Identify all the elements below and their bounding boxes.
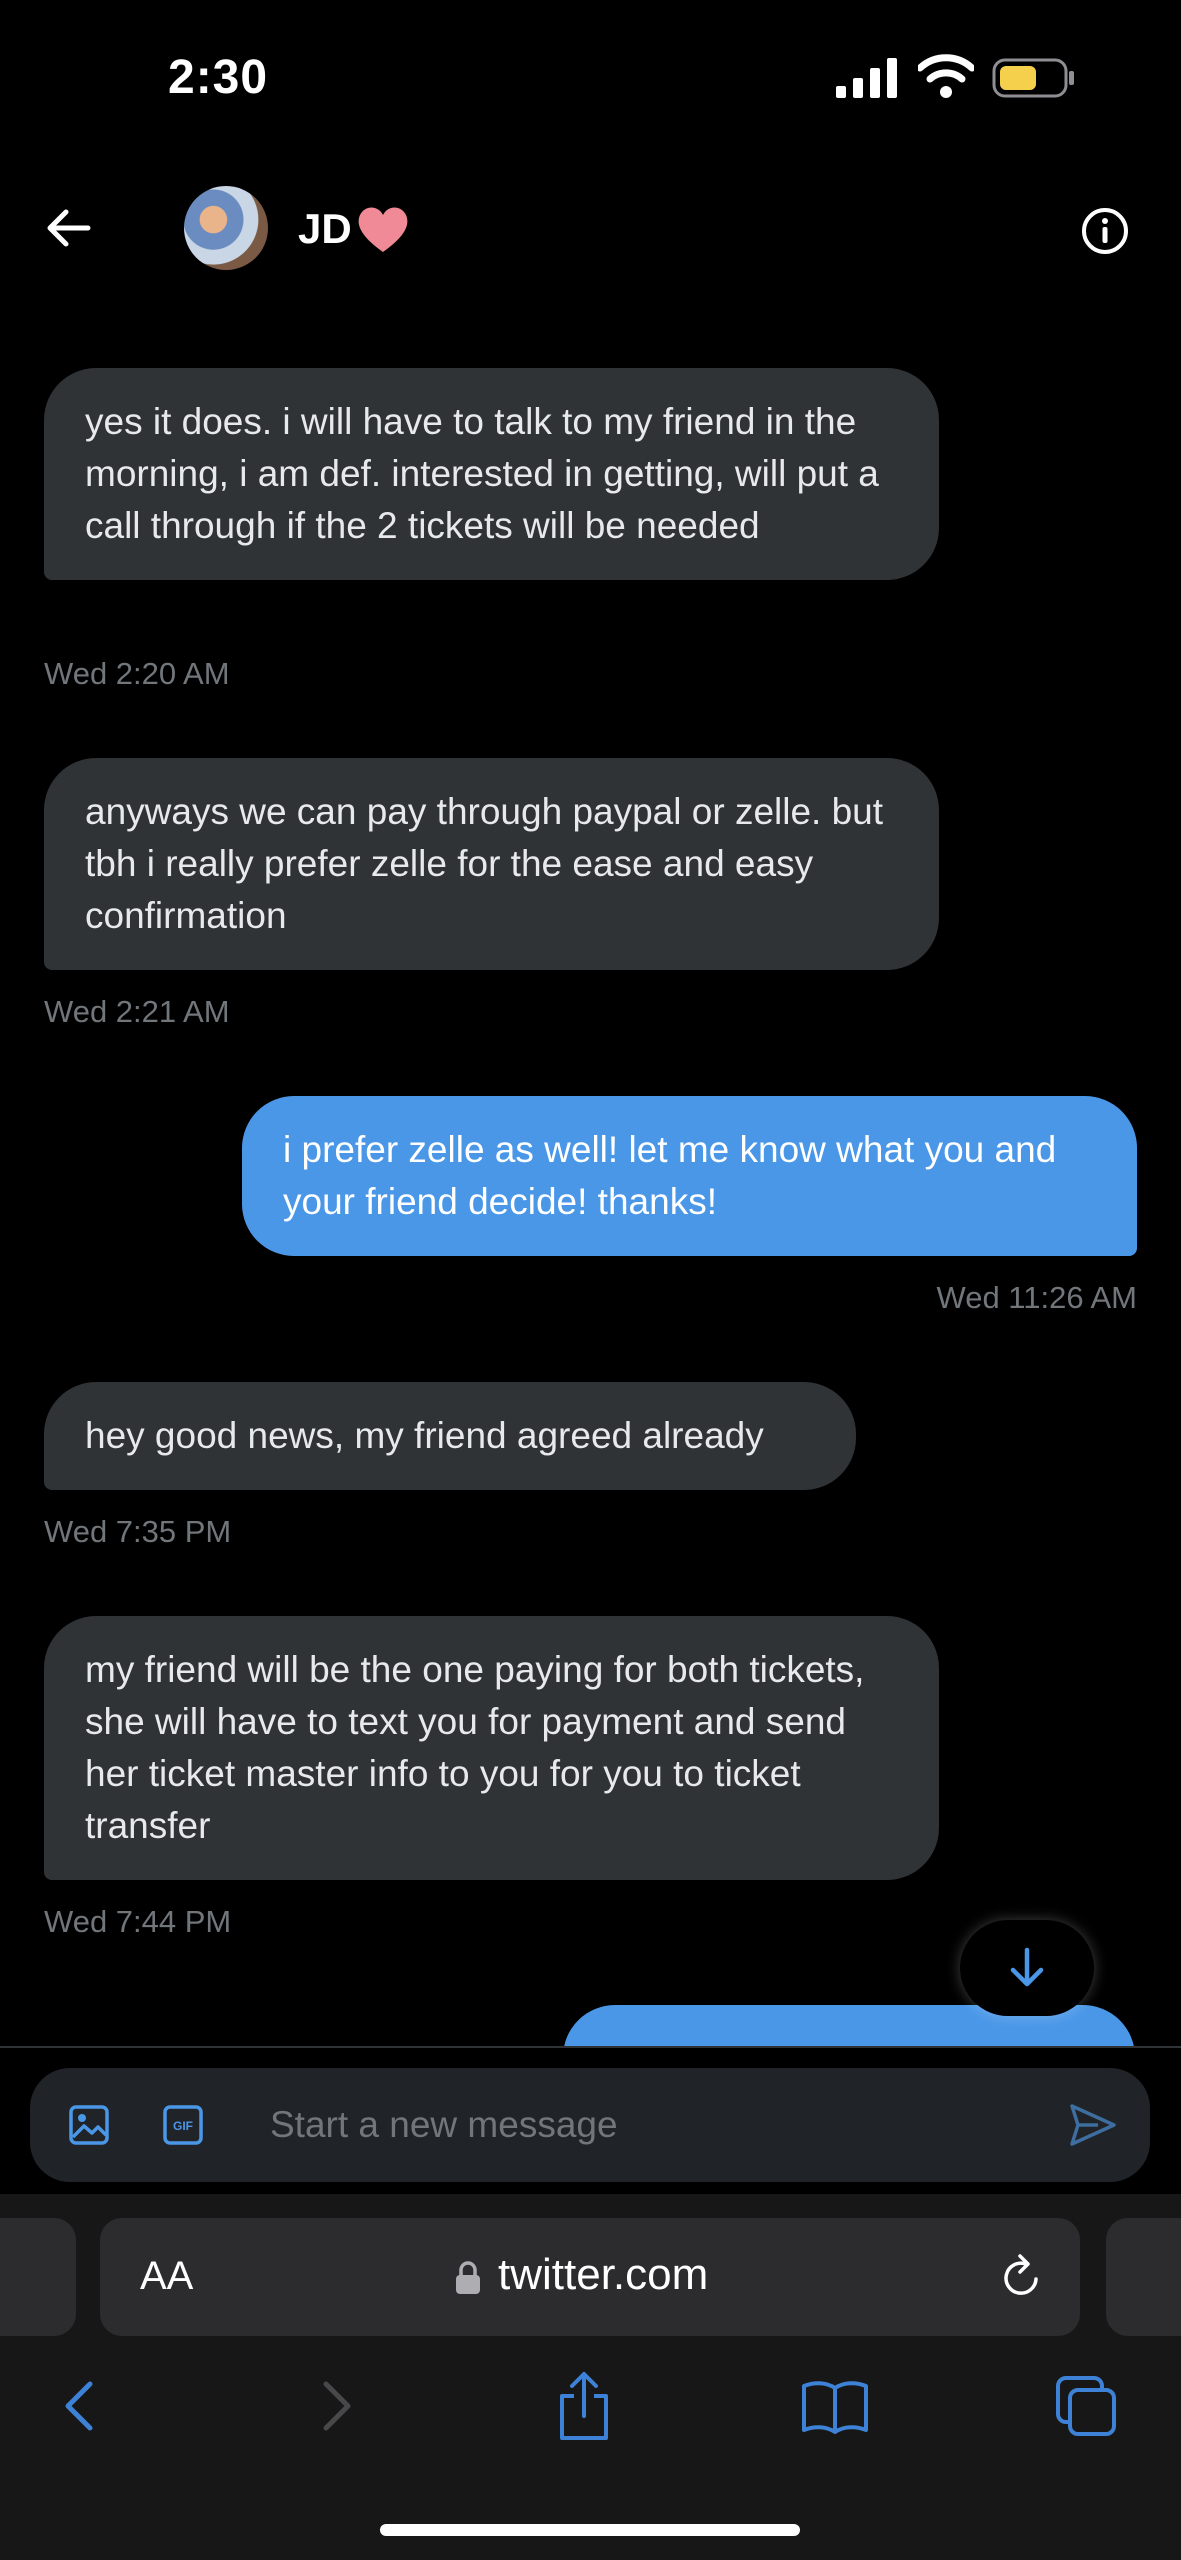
message-timestamp: Wed 7:44 PM — [44, 1904, 232, 1939]
info-icon[interactable] — [1080, 206, 1130, 256]
browser-forward-icon[interactable] — [316, 2378, 358, 2434]
url-text[interactable]: twitter.com — [498, 2250, 708, 2300]
battery-icon — [992, 58, 1074, 98]
arrow-down-icon — [1010, 1947, 1044, 1987]
cellular-signal-icon — [836, 58, 897, 98]
text-size-button[interactable]: AA — [140, 2254, 193, 2299]
scroll-to-bottom-button[interactable] — [960, 1920, 1094, 2016]
browser-back-icon[interactable] — [58, 2378, 100, 2434]
bookmarks-icon[interactable] — [800, 2378, 870, 2434]
back-arrow-icon[interactable] — [44, 204, 92, 252]
heart-emoji-icon — [358, 207, 408, 252]
home-indicator — [380, 2524, 800, 2536]
text-size-label: AA — [140, 2254, 194, 2298]
message-bubble-incoming[interactable]: anyways we can pay through paypal or zel… — [44, 758, 939, 970]
message-bubble-incoming[interactable]: yes it does. i will have to talk to my f… — [44, 368, 939, 580]
message-bubble-incoming[interactable]: hey good news, my friend agreed already — [44, 1382, 856, 1490]
next-tab[interactable] — [1106, 2218, 1181, 2336]
status-time: 2:30 — [168, 51, 269, 104]
previous-tab[interactable] — [0, 2218, 76, 2336]
contact-name[interactable]: JD — [298, 204, 410, 254]
avatar[interactable] — [184, 186, 268, 270]
reload-icon[interactable] — [996, 2252, 1046, 2302]
share-icon[interactable] — [554, 2370, 614, 2442]
image-icon[interactable] — [68, 2104, 110, 2146]
message-placeholder[interactable]: Start a new message — [270, 2104, 618, 2146]
message-timestamp: Wed 2:20 AM — [44, 656, 230, 691]
message-timestamp: Wed 2:21 AM — [44, 994, 230, 1029]
message-bubble-outgoing[interactable]: i prefer zelle as well! let me know what… — [242, 1096, 1137, 1256]
wifi-icon — [918, 54, 974, 98]
contact-name-text: JD — [298, 205, 352, 252]
message-timestamp: Wed 7:35 PM — [44, 1514, 232, 1549]
svg-text:GIF: GIF — [173, 2119, 193, 2133]
message-bubble-incoming[interactable]: my friend will be the one paying for bot… — [44, 1616, 939, 1880]
gif-icon[interactable]: GIF — [162, 2104, 204, 2146]
lock-icon — [456, 2261, 480, 2294]
tabs-icon[interactable] — [1054, 2374, 1118, 2438]
message-timestamp: Wed 11:26 AM — [936, 1280, 1137, 1315]
send-icon[interactable] — [1068, 2100, 1118, 2150]
